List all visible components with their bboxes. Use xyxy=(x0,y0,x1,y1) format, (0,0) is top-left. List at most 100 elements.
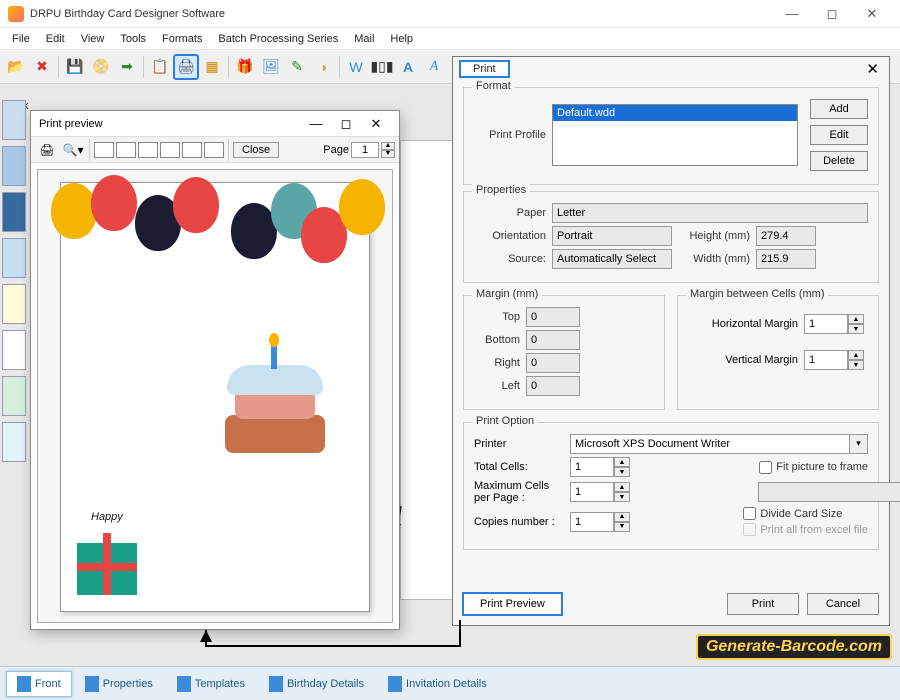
layout-3up-icon[interactable] xyxy=(138,142,158,158)
margin-right-field[interactable] xyxy=(526,353,580,373)
close-button[interactable]: ✕ xyxy=(852,0,892,28)
cancel-button[interactable]: Cancel xyxy=(807,593,879,615)
layout-2up-icon[interactable] xyxy=(116,142,136,158)
open-icon[interactable]: 📂 xyxy=(4,55,28,79)
preview-zoom-icon[interactable]: 🔍▾ xyxy=(61,138,85,162)
menu-batch[interactable]: Batch Processing Series xyxy=(210,31,346,47)
total-cells-field[interactable] xyxy=(570,457,614,477)
preview-minimize-button[interactable]: — xyxy=(301,116,331,131)
thumbnail[interactable] xyxy=(2,238,26,278)
spin-down-icon[interactable]: ▼ xyxy=(848,324,864,334)
h-margin-field[interactable] xyxy=(804,314,848,334)
print-icon[interactable]: 🖨 xyxy=(174,55,198,79)
delete-icon[interactable]: ✖ xyxy=(30,55,54,79)
tab-templates[interactable]: Templates xyxy=(166,671,256,697)
tab-properties[interactable]: Properties xyxy=(74,671,164,697)
tab-front[interactable]: Front xyxy=(6,671,72,697)
page-down-icon[interactable]: ▼ xyxy=(381,150,395,158)
margin-left-field[interactable] xyxy=(526,376,580,396)
font-script-icon[interactable]: A xyxy=(422,55,446,79)
preview-close-button[interactable]: ✕ xyxy=(361,116,391,132)
preview-viewport[interactable]: HappyBirthday xyxy=(37,169,393,623)
divide-card-checkbox[interactable]: Divide Card Size xyxy=(743,507,868,520)
gift-icon[interactable]: 🎁 xyxy=(233,55,257,79)
v-margin-field[interactable] xyxy=(804,350,848,370)
menu-file[interactable]: File xyxy=(4,31,38,47)
menu-edit[interactable]: Edit xyxy=(38,31,73,47)
preview-print-icon[interactable]: 🖨 xyxy=(35,138,59,162)
width-field[interactable] xyxy=(756,249,816,269)
thumbnail[interactable] xyxy=(2,422,26,462)
copies-label: Copies number : xyxy=(474,516,564,528)
image-icon[interactable]: 🖼 xyxy=(259,55,283,79)
page-up-icon[interactable]: ▲ xyxy=(381,142,395,150)
shape-icon[interactable]: ◑ xyxy=(311,55,335,79)
layout-4up-icon[interactable] xyxy=(160,142,180,158)
spin-up-icon[interactable]: ▲ xyxy=(614,512,630,522)
spin-up-icon[interactable]: ▲ xyxy=(614,457,630,467)
thumbnail[interactable] xyxy=(2,376,26,416)
print-preview-button[interactable]: Print Preview xyxy=(463,593,562,615)
barcode-icon[interactable]: ▮▯▮ xyxy=(370,55,394,79)
thumbnail[interactable] xyxy=(2,192,26,232)
copies-field[interactable] xyxy=(570,512,614,532)
menu-mail[interactable]: Mail xyxy=(346,31,382,47)
layout-grid-icon[interactable] xyxy=(204,142,224,158)
thumbnail[interactable] xyxy=(2,284,26,324)
fit-picture-checkbox[interactable]: Fit picture to frame xyxy=(759,461,868,474)
font-a-icon[interactable]: A xyxy=(396,55,420,79)
layers-icon[interactable]: ▦ xyxy=(200,55,224,79)
saveas-icon[interactable]: 📀 xyxy=(89,55,113,79)
preview-maximize-button[interactable]: ◻ xyxy=(331,116,361,132)
pen-icon[interactable]: ✎ xyxy=(285,55,309,79)
export-icon[interactable]: ➡ xyxy=(115,55,139,79)
spin-down-icon[interactable]: ▼ xyxy=(614,467,630,477)
orientation-field[interactable] xyxy=(552,226,672,246)
print-button[interactable]: Print xyxy=(727,593,799,615)
maximize-button[interactable]: ◻ xyxy=(812,0,852,28)
menu-view[interactable]: View xyxy=(73,31,113,47)
layout-6up-icon[interactable] xyxy=(182,142,202,158)
preview-close-btn[interactable]: Close xyxy=(233,142,279,158)
spin-down-icon[interactable]: ▼ xyxy=(614,492,630,502)
spin-up-icon[interactable]: ▲ xyxy=(848,350,864,360)
print-option-group: Print Option Printer ▾ Total Cells: ▲▼ F… xyxy=(463,422,879,550)
printer-combo[interactable] xyxy=(570,434,850,454)
margin-bottom-label: Bottom xyxy=(474,334,520,346)
height-field[interactable] xyxy=(756,226,816,246)
preview-titlebar[interactable]: Print preview — ◻ ✕ xyxy=(31,111,399,137)
add-button[interactable]: Add xyxy=(810,99,868,119)
thumbnail[interactable] xyxy=(2,100,26,140)
tab-invitation-details[interactable]: Invitation Details xyxy=(377,671,498,697)
thumbnail[interactable] xyxy=(2,146,26,186)
minimize-button[interactable]: — xyxy=(772,0,812,28)
edit-button[interactable]: Edit xyxy=(810,125,868,145)
tab-birthday-details[interactable]: Birthday Details xyxy=(258,671,375,697)
margin-bottom-field[interactable] xyxy=(526,330,580,350)
margin-top-field[interactable] xyxy=(526,307,580,327)
spin-up-icon[interactable]: ▲ xyxy=(614,482,630,492)
print-profile-listbox[interactable]: Default.wdd xyxy=(552,104,798,166)
menu-help[interactable]: Help xyxy=(382,31,421,47)
paste-icon[interactable]: 📋 xyxy=(148,55,172,79)
delete-button[interactable]: Delete xyxy=(810,151,868,171)
spin-down-icon[interactable]: ▼ xyxy=(614,522,630,532)
fit-mode-combo[interactable] xyxy=(758,482,900,502)
chevron-down-icon[interactable]: ▾ xyxy=(850,434,868,454)
preview-page-input[interactable] xyxy=(351,142,379,158)
menu-formats[interactable]: Formats xyxy=(154,31,210,47)
print-profile-selected[interactable]: Default.wdd xyxy=(553,105,797,121)
max-cells-label: Maximum Cells per Page : xyxy=(474,480,564,504)
spin-down-icon[interactable]: ▼ xyxy=(848,360,864,370)
thumbnail[interactable] xyxy=(2,330,26,370)
barcode-text-icon[interactable]: W xyxy=(344,55,368,79)
print-preview-window: Print preview — ◻ ✕ 🖨 🔍▾ Close Page ▲▼ xyxy=(30,110,400,630)
print-dialog-close-icon[interactable]: ✕ xyxy=(862,60,883,78)
max-cells-field[interactable] xyxy=(570,482,614,502)
source-field[interactable] xyxy=(552,249,672,269)
spin-up-icon[interactable]: ▲ xyxy=(848,314,864,324)
paper-field[interactable] xyxy=(552,203,868,223)
menu-tools[interactable]: Tools xyxy=(112,31,154,47)
layout-1up-icon[interactable] xyxy=(94,142,114,158)
save-icon[interactable]: 💾 xyxy=(63,55,87,79)
